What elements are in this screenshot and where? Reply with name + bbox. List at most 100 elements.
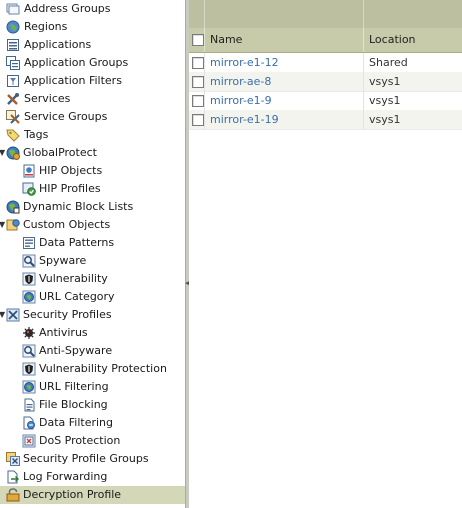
file-blocking-icon — [24, 398, 35, 412]
tree-item-label: Custom Objects — [23, 218, 111, 231]
custom-objects-icon — [6, 219, 20, 231]
tree-item-label: URL Filtering — [39, 380, 109, 393]
table-row[interactable]: mirror-e1-12 Shared — [189, 53, 462, 73]
tree-item-label: Security Profiles — [23, 308, 112, 321]
tree-item-label: Vulnerability — [39, 272, 108, 285]
profile-name-link[interactable]: mirror-ae-8 — [210, 72, 271, 91]
table-row[interactable]: mirror-ae-8 vsys1 — [189, 72, 462, 92]
table-row[interactable]: mirror-e1-19 vsys1 — [189, 110, 462, 130]
column-header-location[interactable]: Location — [369, 28, 416, 52]
tree-item-label: URL Category — [39, 290, 115, 303]
tree-item-url-filtering[interactable]: URL Filtering — [22, 378, 185, 396]
tree-item-label: Log Forwarding — [23, 470, 108, 483]
services-icon — [7, 93, 19, 105]
tree-item-label: GlobalProtect — [23, 146, 97, 159]
profile-name-link[interactable]: mirror-e1-19 — [210, 110, 279, 129]
security-profiles-icon — [6, 308, 20, 322]
tree-item-log-forwarding[interactable]: Log Forwarding — [6, 468, 185, 486]
tree-item-security-profiles[interactable]: ▼ Security Profiles — [0, 306, 185, 324]
tree-item-vulnerability-protection[interactable]: Vulnerability Protection — [22, 360, 185, 378]
applications-icon — [7, 39, 19, 51]
antivirus-icon — [23, 327, 35, 339]
tree-item-application-filters[interactable]: Application Filters — [6, 72, 185, 90]
expand-arrow-icon[interactable]: ▼ — [0, 144, 5, 162]
tree-item-label: HIP Objects — [39, 164, 103, 177]
tree-item-label: Antivirus — [39, 326, 88, 339]
tree-item-hip-profiles[interactable]: HIP Profiles — [22, 180, 185, 198]
dynamic-block-lists-icon — [6, 200, 20, 214]
tree-item-label: Application Filters — [24, 74, 122, 87]
tree-item-anti-spyware[interactable]: Anti-Spyware — [22, 342, 185, 360]
expand-arrow-icon[interactable]: ▼ — [0, 216, 5, 234]
tree-item-label: Anti-Spyware — [39, 344, 113, 357]
row-checkbox[interactable] — [192, 95, 204, 107]
tree-item-label: Regions — [24, 20, 68, 33]
spyware-icon — [22, 254, 36, 268]
dos-protection-icon — [22, 434, 36, 448]
tree-item-data-patterns[interactable]: Data Patterns — [22, 234, 185, 252]
vulnerability-icon — [22, 272, 36, 286]
select-all-checkbox[interactable] — [192, 34, 204, 46]
hip-profiles-icon — [22, 182, 36, 196]
tree-item-tags[interactable]: Tags — [6, 126, 185, 144]
row-checkbox[interactable] — [192, 57, 204, 69]
decryption-profile-icon — [6, 488, 20, 502]
tree-item-security-profile-groups[interactable]: Security Profile Groups — [6, 450, 185, 468]
table-row[interactable]: mirror-e1-9 vsys1 — [189, 91, 462, 111]
location-cell: vsys1 — [369, 94, 401, 107]
log-forwarding-icon — [7, 470, 19, 484]
location-cell: Shared — [369, 56, 408, 69]
anti-spyware-icon — [22, 344, 36, 358]
url-category-icon — [22, 290, 36, 304]
tree-item-address-groups[interactable]: Address Groups — [6, 0, 185, 18]
tree-item-hip-objects[interactable]: HIP Objects — [22, 162, 185, 180]
url-filtering-icon — [22, 380, 36, 394]
tree-item-data-filtering[interactable]: Data Filtering — [22, 414, 185, 432]
tree-item-custom-objects[interactable]: ▼ Custom Objects — [0, 216, 185, 234]
tree-item-globalprotect[interactable]: ▼ GlobalProtect — [0, 144, 185, 162]
tree-item-dos-protection[interactable]: DoS Protection — [22, 432, 185, 450]
regions-icon — [6, 20, 20, 34]
address-groups-icon — [6, 3, 20, 15]
application-groups-icon — [6, 56, 20, 70]
expand-arrow-icon[interactable]: ▼ — [0, 306, 5, 324]
tree-item-file-blocking[interactable]: File Blocking — [22, 396, 185, 414]
tree-item-spyware[interactable]: Spyware — [22, 252, 185, 270]
tree-item-label: Address Groups — [24, 2, 111, 15]
profile-name-link[interactable]: mirror-e1-9 — [210, 91, 272, 110]
hip-objects-icon — [23, 164, 35, 178]
profile-name-link[interactable]: mirror-e1-12 — [210, 53, 279, 72]
location-cell: vsys1 — [369, 113, 401, 126]
tree-item-label: Data Filtering — [39, 416, 114, 429]
tree-item-antivirus[interactable]: Antivirus — [22, 324, 185, 342]
row-checkbox[interactable] — [192, 114, 204, 126]
tree-item-regions[interactable]: Regions — [6, 18, 185, 36]
tree-item-label: Vulnerability Protection — [39, 362, 167, 375]
tree-item-service-groups[interactable]: Service Groups — [6, 108, 185, 126]
globalprotect-icon — [6, 146, 20, 160]
row-checkbox[interactable] — [192, 76, 204, 88]
application-filters-icon — [7, 75, 19, 87]
tree-item-url-category[interactable]: URL Category — [22, 288, 185, 306]
data-patterns-icon — [23, 237, 35, 249]
tree-item-label: HIP Profiles — [39, 182, 101, 195]
tree-item-label: Spyware — [39, 254, 87, 267]
tree-item-label: Data Patterns — [39, 236, 115, 249]
tree-item-label: Decryption Profile — [23, 488, 122, 501]
tree-item-label: Applications — [24, 38, 92, 51]
tags-icon — [6, 129, 20, 142]
tree-item-label: Services — [24, 92, 71, 105]
table-header: Name Location — [189, 28, 462, 53]
tree-item-label: DoS Protection — [39, 434, 121, 447]
tree-item-services[interactable]: Services — [6, 90, 185, 108]
vulnerability-protection-icon — [22, 362, 36, 376]
tree-item-vulnerability[interactable]: Vulnerability — [22, 270, 185, 288]
tree-item-dynamic-block-lists[interactable]: Dynamic Block Lists — [6, 198, 185, 216]
tree-item-applications[interactable]: Applications — [6, 36, 185, 54]
tree-item-decryption-profile[interactable]: Decryption Profile — [0, 486, 185, 504]
security-profile-groups-icon — [6, 452, 20, 466]
decryption-profile-table: Name Location mirror-e1-12 Shared mirror… — [189, 0, 462, 508]
service-groups-icon — [6, 110, 20, 124]
column-header-name[interactable]: Name — [210, 28, 242, 52]
tree-item-application-groups[interactable]: Application Groups — [6, 54, 185, 72]
